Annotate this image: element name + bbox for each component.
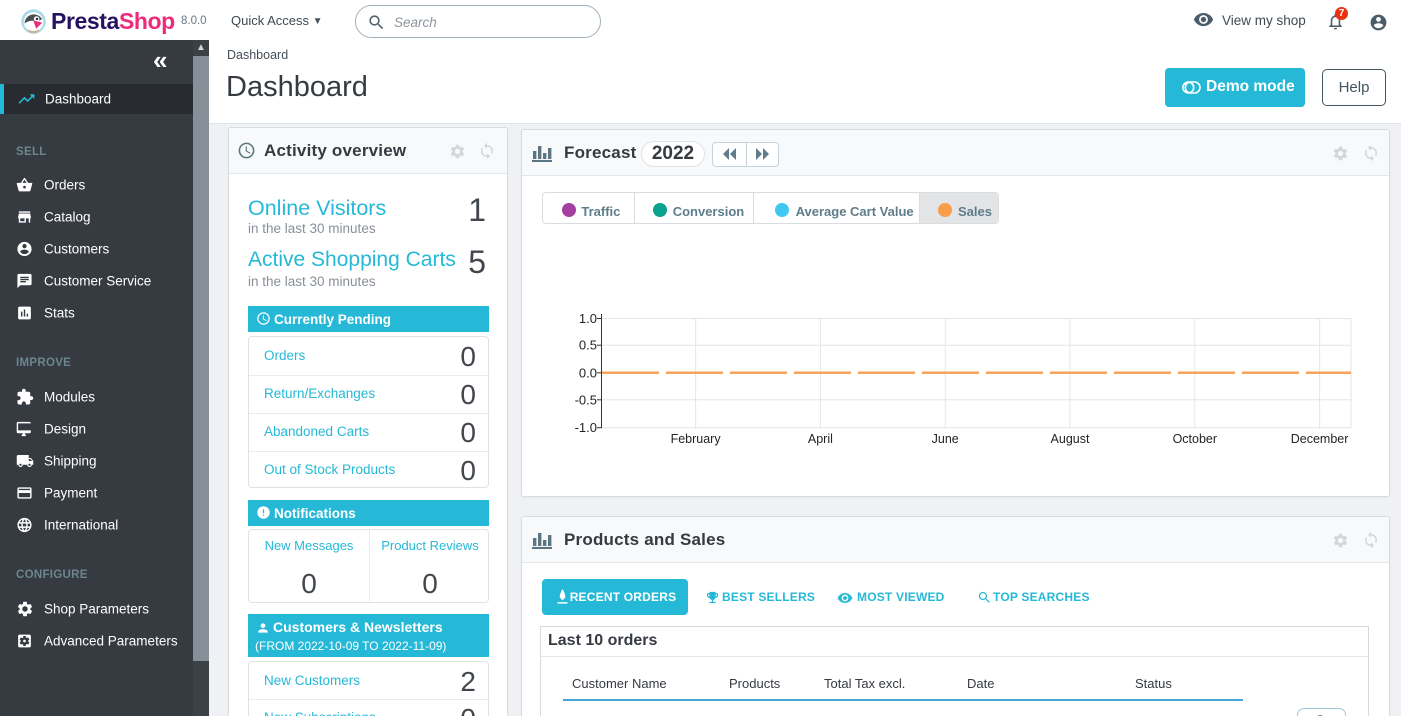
- svg-text:0.0: 0.0: [579, 365, 597, 380]
- svg-text:June: June: [932, 432, 959, 446]
- svg-text:1.0: 1.0: [579, 311, 597, 326]
- svg-text:April: April: [808, 432, 833, 446]
- svg-text:October: October: [1173, 432, 1217, 446]
- svg-text:-1.0: -1.0: [575, 420, 597, 435]
- svg-text:-0.5: -0.5: [575, 392, 597, 407]
- svg-text:February: February: [671, 432, 722, 446]
- svg-text:August: August: [1051, 432, 1090, 446]
- svg-text:0.5: 0.5: [579, 338, 597, 353]
- svg-text:December: December: [1291, 432, 1349, 446]
